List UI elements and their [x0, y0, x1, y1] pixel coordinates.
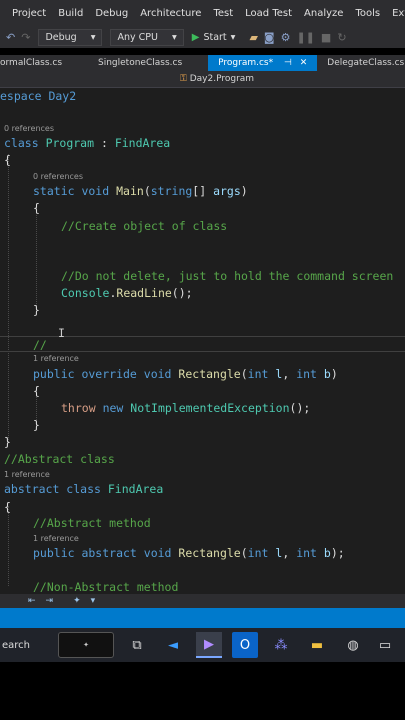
pin-icon[interactable]: ⊣: [284, 58, 292, 68]
editor-footer: ⇤ ⇥ ✦ ▾: [0, 594, 405, 608]
chevron-down-icon: ▾: [90, 31, 96, 43]
override-rectangle-line: public override void Rectangle(int l, in…: [33, 367, 338, 381]
abstract-class-line: abstract class FindArea: [4, 482, 164, 496]
brace: {: [33, 384, 40, 398]
brace: }: [33, 303, 40, 317]
comment-slash: //: [33, 338, 47, 352]
browser-icon[interactable]: ◍: [340, 632, 366, 658]
menu-tools[interactable]: Tools: [355, 8, 380, 19]
codelens-references[interactable]: 1 reference: [4, 470, 50, 479]
menu-architecture[interactable]: Architecture: [140, 8, 201, 19]
brace: }: [33, 418, 40, 432]
search-thumbnail[interactable]: ✦: [58, 632, 114, 658]
undo-icon[interactable]: ↶: [6, 31, 15, 44]
chevron-down-icon: ▾: [171, 31, 177, 43]
visual-studio-icon[interactable]: ▶: [196, 632, 222, 658]
file-explorer-icon[interactable]: ▬: [304, 632, 330, 658]
tab-normal-class[interactable]: ormalClass.cs: [0, 55, 72, 71]
play-icon: ▶: [191, 31, 200, 43]
codelens-references[interactable]: 1 reference: [33, 534, 79, 543]
vscode-icon[interactable]: ◄: [160, 632, 186, 658]
left-arrow-icon[interactable]: ⇤: [28, 596, 36, 606]
brace: {: [4, 500, 11, 514]
comment-create-object: //Create object of class: [61, 219, 228, 233]
right-arrow-icon[interactable]: ⇥: [46, 596, 54, 606]
brace: }: [4, 435, 11, 449]
windows-taskbar: earch ✦ ⧉ ◄ ▶ O ⁂ ▬ ◍ ▭: [0, 628, 405, 662]
folder-icon[interactable]: ▰: [249, 31, 257, 44]
class-icon: ⚿: [180, 74, 187, 84]
configuration-dropdown[interactable]: Debug ▾: [38, 28, 103, 46]
menu-debug[interactable]: Debug: [95, 8, 128, 19]
member-dropdown[interactable]: ⚿ Day2.Program: [180, 74, 254, 84]
codelens-references[interactable]: 0 references: [4, 124, 54, 133]
member-label: Day2.Program: [189, 74, 255, 84]
taskbar-search[interactable]: earch: [0, 640, 58, 651]
platform-dropdown[interactable]: Any CPU ▾: [110, 28, 184, 46]
menu-test[interactable]: Test: [213, 8, 233, 19]
tab-program-label: Program.cs*: [218, 58, 274, 68]
document-tabs: ormalClass.cs SingletoneClass.cs Program…: [0, 55, 405, 71]
teams-icon[interactable]: ⁂: [268, 632, 294, 658]
namespace-line: espace Day2: [0, 89, 76, 103]
tab-delegate-class[interactable]: DelegateClass.cs: [317, 55, 405, 71]
menu-load-test[interactable]: Load Test: [245, 8, 292, 19]
tab-singletone-class[interactable]: SingletoneClass.cs: [72, 55, 208, 71]
readline-line: Console.ReadLine();: [61, 286, 193, 300]
close-icon[interactable]: ✕: [300, 58, 308, 68]
menu-analyze[interactable]: Analyze: [304, 8, 343, 19]
chevron-down-icon[interactable]: ▾: [91, 596, 96, 606]
platform-value: Any CPU: [117, 31, 158, 43]
namespace-text: espace Day2: [0, 89, 77, 103]
restart-icon[interactable]: ↻: [337, 31, 346, 44]
main-method-line: static void Main(string[] args): [33, 184, 248, 198]
start-button[interactable]: ▶ Start ▾: [192, 32, 236, 43]
toolbar-icon[interactable]: ⚙: [281, 31, 291, 44]
camera-icon[interactable]: ◙: [264, 31, 275, 44]
text-cursor-icon: I: [58, 326, 65, 340]
code-editor[interactable]: espace Day2 0 references class Program :…: [0, 88, 405, 594]
stop-icon[interactable]: ■: [321, 31, 331, 44]
settings-icon[interactable]: ✦: [73, 596, 81, 606]
pause-icon[interactable]: ❚❚: [296, 31, 314, 44]
menu-extensions[interactable]: Extension: [392, 8, 405, 19]
brace: {: [4, 153, 11, 167]
class-program-line: class Program : FindArea: [4, 136, 171, 150]
abstract-rectangle-line: public abstract void Rectangle(int l, in…: [33, 546, 345, 560]
outlook-icon[interactable]: O: [232, 632, 258, 658]
app-icon[interactable]: ▭: [372, 632, 398, 658]
navigation-bar: ⚿ Day2.Program: [0, 71, 405, 88]
throw-line: throw new NotImplementedException();: [61, 401, 311, 415]
redo-icon[interactable]: ↷: [21, 31, 30, 44]
toolbar: ↶ ↷ Debug ▾ Any CPU ▾ ▶ Start ▾ ▰ ◙ ⚙ ❚❚…: [0, 26, 405, 48]
menu-build[interactable]: Build: [58, 8, 83, 19]
start-label: Start: [203, 31, 227, 43]
menu-project[interactable]: Project: [12, 8, 46, 19]
configuration-value: Debug: [45, 31, 77, 43]
task-view-icon[interactable]: ⧉: [124, 632, 150, 658]
codelens-references[interactable]: 1 reference: [33, 354, 79, 363]
chevron-down-icon: ▾: [230, 31, 236, 43]
comment-non-abstract: //Non-Abstract method: [33, 580, 179, 594]
menu-bar: Project Build Debug Architecture Test Lo…: [0, 0, 405, 26]
comment-do-not-delete: //Do not delete, just to hold the comman…: [61, 269, 394, 283]
tab-program[interactable]: Program.cs* ⊣ ✕: [208, 55, 318, 71]
comment-abstract-method: //Abstract method: [33, 516, 151, 530]
status-bar: [0, 608, 405, 628]
brace: {: [33, 201, 40, 215]
codelens-references[interactable]: 0 references: [33, 172, 83, 181]
comment-abstract-class: //Abstract class: [4, 452, 115, 466]
